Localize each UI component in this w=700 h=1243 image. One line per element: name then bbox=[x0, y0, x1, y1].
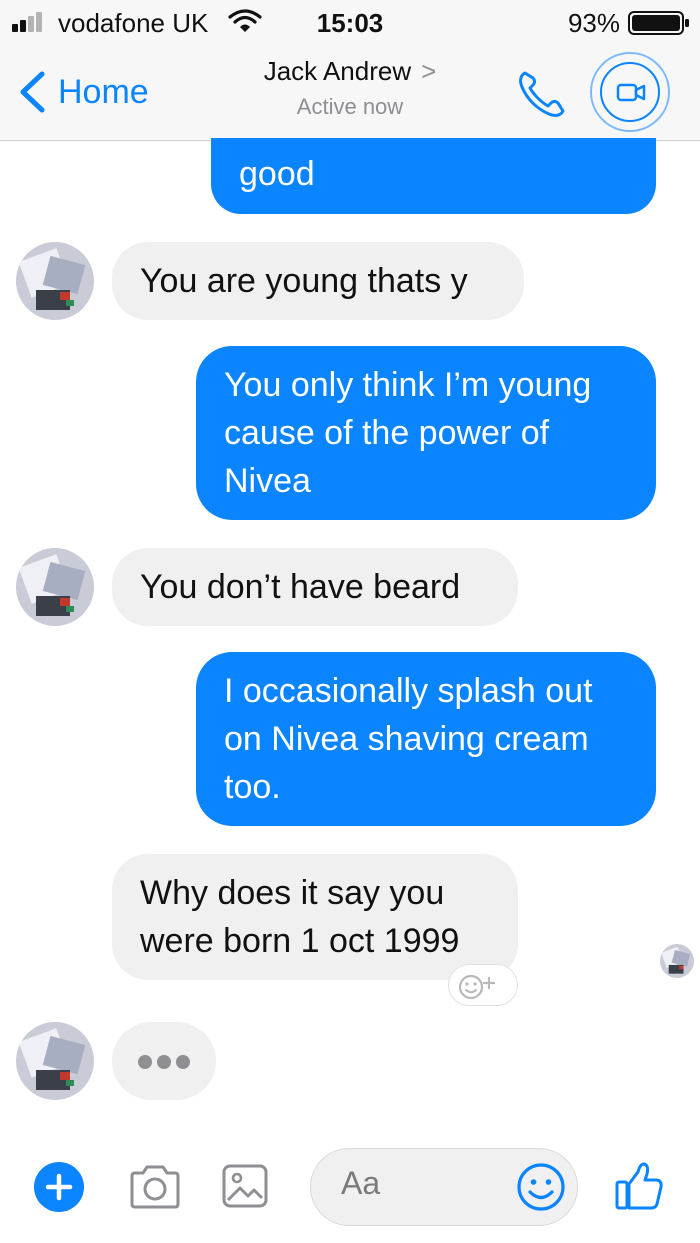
composer-bar: Aa bbox=[0, 1140, 700, 1243]
image-icon[interactable] bbox=[220, 1162, 270, 1210]
status-bar: vodafone UK 15:03 93% bbox=[0, 0, 700, 44]
avatar-photo bbox=[660, 944, 694, 978]
add-reaction-icon bbox=[458, 974, 496, 1000]
avatar-photo bbox=[16, 242, 94, 320]
message-received[interactable]: Why does it say you were born 1 oct 1999 bbox=[112, 854, 518, 980]
message-sent[interactable]: I occasionally splash out on Nivea shavi… bbox=[196, 652, 656, 826]
typing-dot bbox=[138, 1055, 152, 1069]
message-text: You are young thats y bbox=[140, 262, 468, 300]
message-line: Nivea bbox=[224, 462, 311, 500]
avatar-photo bbox=[16, 1022, 94, 1100]
phone-icon[interactable] bbox=[516, 68, 568, 120]
read-receipt-avatar bbox=[660, 944, 694, 978]
message-line: too. bbox=[224, 768, 281, 806]
conversation-header: Home Jack Andrew > Active now bbox=[0, 44, 700, 141]
video-call-ring bbox=[600, 62, 660, 122]
avatar-photo bbox=[16, 548, 94, 626]
message-input-placeholder: Aa bbox=[341, 1165, 381, 1201]
more-actions-button[interactable] bbox=[34, 1162, 84, 1212]
message-line: I occasionally splash out bbox=[224, 672, 593, 710]
message-line: were born 1 oct 1999 bbox=[140, 922, 460, 960]
video-call-button[interactable] bbox=[590, 52, 670, 132]
message-received[interactable]: You don’t have beard bbox=[112, 548, 518, 626]
avatar[interactable] bbox=[16, 1022, 94, 1100]
message-input[interactable]: Aa bbox=[310, 1148, 578, 1226]
message-line: You only think I’m young bbox=[224, 366, 592, 404]
message-sent[interactable]: You only think I’m young cause of the po… bbox=[196, 346, 656, 520]
message-text: You don’t have beard bbox=[140, 568, 461, 606]
contact-chevron: > bbox=[421, 56, 437, 86]
battery-percent: 93% bbox=[567, 8, 620, 38]
avatar[interactable] bbox=[16, 548, 94, 626]
plus-icon bbox=[45, 1173, 73, 1201]
typing-indicator bbox=[112, 1022, 216, 1100]
battery-icon bbox=[628, 11, 689, 35]
message-received[interactable]: You are young thats y bbox=[112, 242, 524, 320]
emoji-icon[interactable] bbox=[515, 1161, 567, 1213]
message-line: Why does it say you bbox=[140, 874, 445, 912]
avatar[interactable] bbox=[16, 242, 94, 320]
typing-dot bbox=[176, 1055, 190, 1069]
video-call-icon bbox=[616, 83, 646, 102]
typing-dot bbox=[157, 1055, 171, 1069]
message-text: good bbox=[239, 155, 315, 193]
message-line: on Nivea shaving cream bbox=[224, 720, 589, 758]
camera-icon[interactable] bbox=[128, 1164, 182, 1210]
message-line: cause of the power of bbox=[224, 414, 550, 452]
contact-name-text: Jack Andrew bbox=[263, 56, 412, 86]
message-sent[interactable]: good bbox=[211, 138, 656, 214]
add-reaction-button[interactable] bbox=[448, 964, 518, 1006]
thumbs-up-icon[interactable] bbox=[614, 1160, 664, 1212]
